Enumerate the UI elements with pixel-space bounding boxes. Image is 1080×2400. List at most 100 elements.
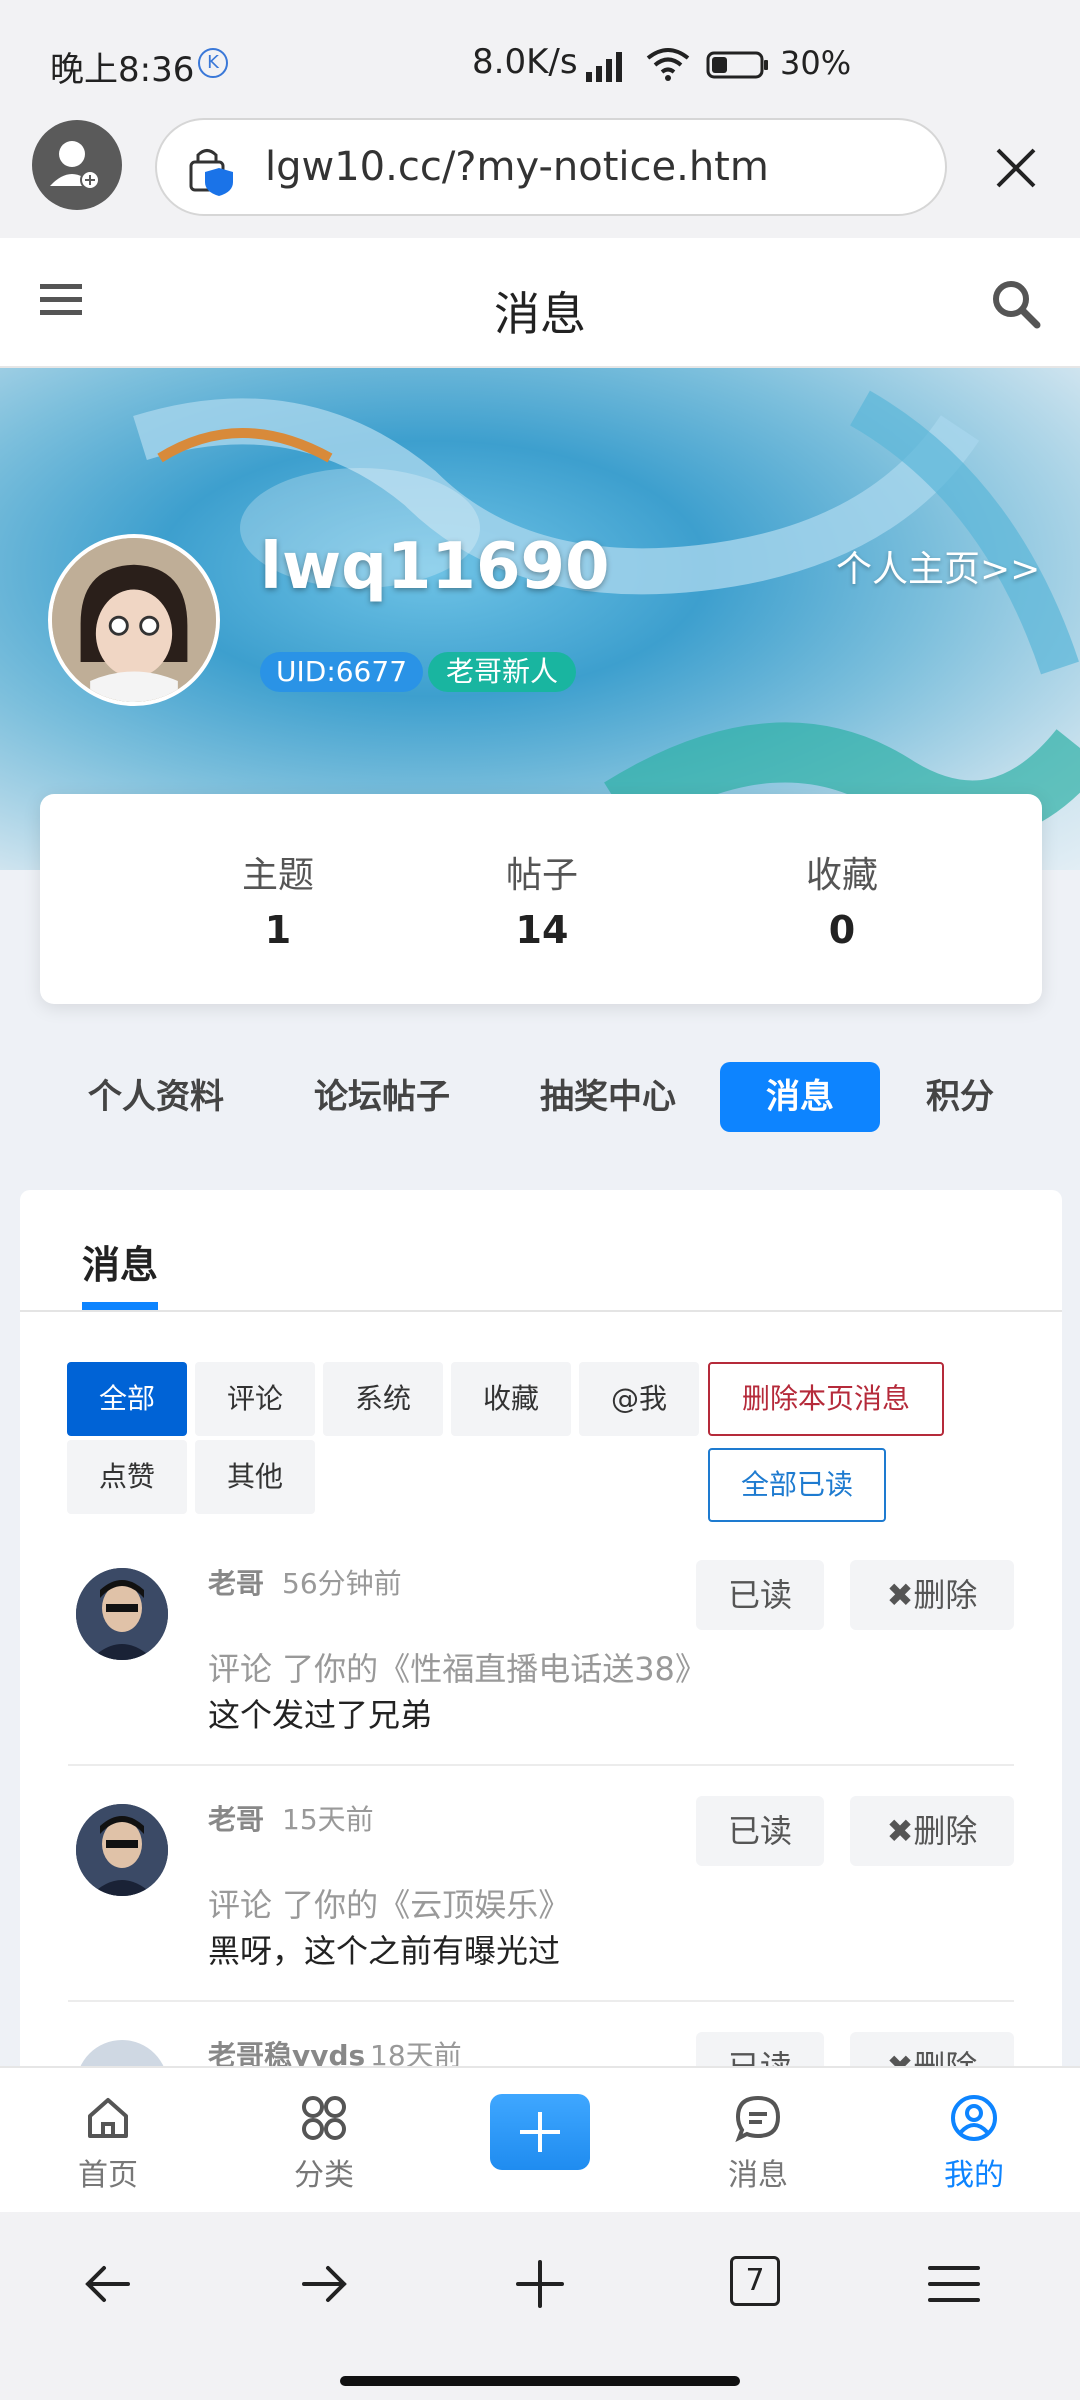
wifi-icon: [646, 48, 690, 81]
messages-panel: 消息 全部 评论 系统 收藏 @我 删除本页消息 点赞 其他 全部已读 老哥 5…: [20, 1190, 1062, 2070]
message-author[interactable]: 老哥: [208, 1798, 264, 1838]
search-icon[interactable]: [990, 278, 1042, 330]
filter-other[interactable]: 其他: [195, 1440, 315, 1514]
shield-lock-icon: [189, 149, 233, 196]
close-icon[interactable]: [986, 138, 1046, 198]
mark-read-button[interactable]: 已读: [696, 1796, 824, 1866]
new-tab-plus-icon[interactable]: [510, 2254, 570, 2314]
filter-system[interactable]: 系统: [323, 1362, 443, 1436]
plus-icon: [520, 2112, 560, 2152]
delete-message-button[interactable]: ✖删除: [850, 2032, 1014, 2070]
uid-badge: UID:6677: [260, 652, 424, 692]
message-body: 黑呀，这个之前有曝光过: [208, 1932, 561, 1970]
messages-tab[interactable]: 消息: [82, 1234, 158, 1289]
mark-read-button[interactable]: 已读: [696, 2032, 824, 2070]
browser-nav-bar: 7: [0, 2212, 1080, 2400]
message-line: 评论 了你的《云顶娱乐》: [208, 1880, 570, 1926]
filter-like[interactable]: 点赞: [67, 1440, 187, 1514]
tab-lottery[interactable]: 抽奖中心: [524, 1062, 692, 1132]
status-time: 晚上8:36: [50, 50, 195, 90]
browser-bar: lgw10.cc/?my-notice.htm: [0, 118, 1080, 238]
nav-messages[interactable]: 消息: [688, 2092, 828, 2194]
signal-icon: [586, 52, 622, 82]
filter-all[interactable]: 全部: [67, 1362, 187, 1436]
back-arrow-icon[interactable]: [78, 2254, 138, 2314]
message-time: 18天前: [370, 2039, 462, 2070]
close-icon: ✖: [886, 1812, 914, 1850]
filter-favorite[interactable]: 收藏: [451, 1362, 571, 1436]
delete-label: 删除: [913, 1576, 978, 1614]
create-post-button[interactable]: [490, 2094, 590, 2170]
stat-value: 1: [264, 908, 292, 952]
nav-mine[interactable]: 我的: [904, 2092, 1044, 2194]
nav-home[interactable]: 首页: [38, 2092, 178, 2194]
url-text: lgw10.cc/?my-notice.htm: [265, 144, 769, 190]
stats-card: 主题 1 帖子 14 收藏 0: [40, 794, 1042, 1004]
message-type: 评论 了你的: [208, 1650, 379, 1688]
message-type: 评论 了你的: [208, 1886, 379, 1924]
forward-arrow-icon[interactable]: [294, 2254, 354, 2314]
username: lwq11690: [260, 530, 610, 604]
message-time: 15天前: [282, 1803, 374, 1836]
chat-icon: [735, 2095, 781, 2143]
delete-message-button[interactable]: ✖删除: [850, 1796, 1014, 1866]
tab-messages[interactable]: 消息: [720, 1062, 880, 1132]
home-icon: [88, 2098, 128, 2138]
stat-posts[interactable]: 帖子 14: [442, 846, 642, 952]
tab-profile[interactable]: 个人资料: [72, 1062, 240, 1132]
delete-message-button[interactable]: ✖删除: [850, 1560, 1014, 1630]
home-indicator[interactable]: [340, 2376, 740, 2386]
message-line: 评论 了你的《性福直播电话送38》: [208, 1644, 707, 1690]
message-body: 这个发过了兄弟: [208, 1696, 433, 1734]
app-header: 消息: [0, 238, 1080, 368]
delete-page-messages-button[interactable]: 删除本页消息: [708, 1362, 944, 1436]
message-author[interactable]: 老哥: [208, 1562, 264, 1602]
network-speed: 8.0K/s: [472, 42, 578, 82]
battery-icon: [706, 51, 768, 79]
page-title: 消息: [494, 287, 586, 341]
browser-account-icon[interactable]: [32, 120, 122, 210]
profile-avatar[interactable]: [48, 534, 220, 706]
address-bar[interactable]: lgw10.cc/?my-notice.htm: [155, 118, 947, 216]
filter-mention[interactable]: @我: [579, 1362, 699, 1436]
message-time: 56分钟前: [282, 1567, 402, 1600]
mark-read-button[interactable]: 已读: [696, 1560, 824, 1630]
grid-icon: [302, 2096, 346, 2140]
divider: [20, 1310, 1062, 1312]
tab-points[interactable]: 积分: [908, 1062, 1012, 1132]
message-post-title[interactable]: 《云顶娱乐》: [378, 1886, 570, 1924]
tab-count-button[interactable]: 7: [730, 2256, 780, 2306]
mark-all-read-button[interactable]: 全部已读: [708, 1448, 886, 1522]
nav-label: 分类: [294, 2158, 354, 2193]
battery-percent: 30%: [780, 44, 852, 82]
stat-value: 14: [515, 908, 569, 952]
filter-comment[interactable]: 评论: [195, 1362, 315, 1436]
message-avatar[interactable]: [76, 1804, 168, 1896]
divider: [68, 2000, 1014, 2002]
tab-forum-posts[interactable]: 论坛帖子: [298, 1062, 466, 1132]
nav-label: 首页: [78, 2158, 138, 2193]
stat-label: 帖子: [505, 855, 578, 896]
rank-badge: 老哥新人: [428, 652, 577, 692]
delete-label: 删除: [913, 1812, 978, 1850]
stat-favorites[interactable]: 收藏 0: [742, 846, 942, 952]
bottom-nav: 首页 分类 消息 我的: [0, 2066, 1080, 2212]
status-bar: 晚上8:36 K 8.0K/s 30%: [0, 0, 1080, 118]
close-icon: ✖: [886, 1576, 914, 1614]
divider: [68, 1764, 1014, 1766]
tab-underline: [82, 1302, 158, 1310]
message-post-title[interactable]: 《性福直播电话送38》: [378, 1650, 707, 1688]
message-author[interactable]: 老哥稳yyds: [208, 2034, 365, 2070]
stat-value: 0: [828, 908, 856, 952]
nav-label: 消息: [728, 2158, 788, 2193]
stat-label: 主题: [241, 855, 314, 896]
homepage-link[interactable]: 个人主页>>: [836, 540, 1040, 592]
nav-label: 我的: [944, 2158, 1004, 2193]
notification-k-icon: K: [198, 48, 228, 78]
stat-threads[interactable]: 主题 1: [178, 846, 378, 952]
browser-menu-icon[interactable]: [924, 2254, 984, 2314]
user-circle-icon: [951, 2095, 997, 2141]
nav-categories[interactable]: 分类: [254, 2092, 394, 2194]
stat-label: 收藏: [805, 855, 878, 896]
message-avatar[interactable]: [76, 1568, 168, 1660]
